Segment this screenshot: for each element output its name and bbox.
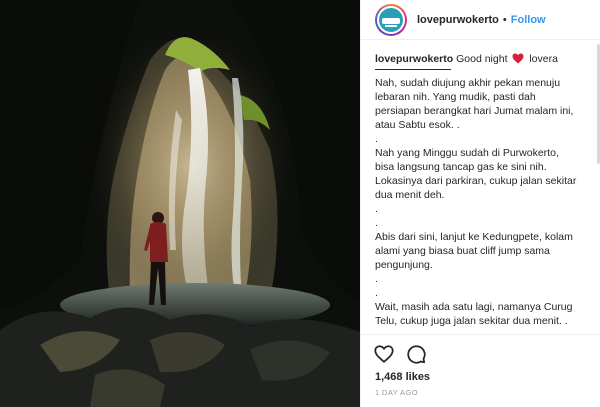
- post-timestamp[interactable]: 1 DAY AGO: [375, 388, 418, 397]
- caption-lead-text-2: lovera: [529, 53, 558, 65]
- caption-line: .: [375, 133, 378, 145]
- caption-line: .: [375, 203, 378, 215]
- caption-line: persiapan berangkat hari Jumat malam ini…: [375, 105, 574, 117]
- action-icons: [373, 343, 427, 365]
- caption-line: pengunjung.: [375, 259, 433, 271]
- caption-line: alami yang biasa buat cliff jump sama: [375, 245, 550, 257]
- lovepurwokerto-logo-icon: [377, 5, 405, 34]
- caption-line: .: [375, 287, 378, 299]
- caption-line: .: [375, 273, 378, 285]
- username-link[interactable]: lovepurwokerto: [417, 14, 499, 26]
- red-heart-icon: [512, 53, 524, 64]
- instagram-post: lovepurwokerto • Follow lovepurwokerto G…: [0, 0, 600, 407]
- post-actions: 1,468 likes 1 DAY AGO: [361, 334, 600, 407]
- comment-bubble-icon[interactable]: [405, 343, 427, 365]
- caption-line: bisa langsung tancap gas ke sini nih.: [375, 161, 547, 173]
- caption-area[interactable]: lovepurwokerto Good night lovera Nah, su…: [375, 52, 591, 330]
- follow-button[interactable]: Follow: [511, 14, 546, 26]
- caption-line: Wait, masih ada satu lagi, namanya Curug: [375, 301, 573, 313]
- caption-line: Lokasinya dari parkiran, cukup jalan sek…: [375, 175, 577, 187]
- caption-line: Nah, sudah diujung akhir pekan menuju: [375, 77, 561, 89]
- avatar[interactable]: [375, 3, 407, 36]
- caption-line: atau Sabtu esok. .: [375, 119, 460, 131]
- caption-line: Telu, cukup juga jalan sekitar dua menit…: [375, 315, 568, 327]
- caption-line: .: [375, 217, 378, 229]
- caption-first-line: lovepurwokerto Good night lovera: [375, 52, 591, 66]
- caption-lead-text: Good night: [456, 53, 508, 65]
- heart-outline-icon[interactable]: [373, 343, 395, 365]
- separator-dot: •: [502, 13, 507, 26]
- caption-body: Nah, sudah diujung akhir pekan menuju le…: [375, 76, 591, 328]
- post-photo[interactable]: [0, 0, 360, 407]
- caption-line: Nah yang Minggu sudah di Purwokerto,: [375, 147, 559, 159]
- post-header: lovepurwokerto • Follow: [361, 0, 600, 40]
- waterfall-cave-photo: [0, 0, 360, 407]
- caption-line: dua menit deh.: [375, 189, 445, 201]
- like-count[interactable]: 1,468 likes: [375, 371, 430, 383]
- caption-line: Abis dari sini, lanjut ke Kedungpete, ko…: [375, 231, 573, 243]
- caption-username[interactable]: lovepurwokerto: [375, 53, 453, 65]
- caption-underline: [375, 69, 451, 70]
- post-side-panel: lovepurwokerto • Follow lovepurwokerto G…: [360, 0, 600, 407]
- caption-line: lebaran nih. Yang mudik, pasti dah: [375, 91, 536, 103]
